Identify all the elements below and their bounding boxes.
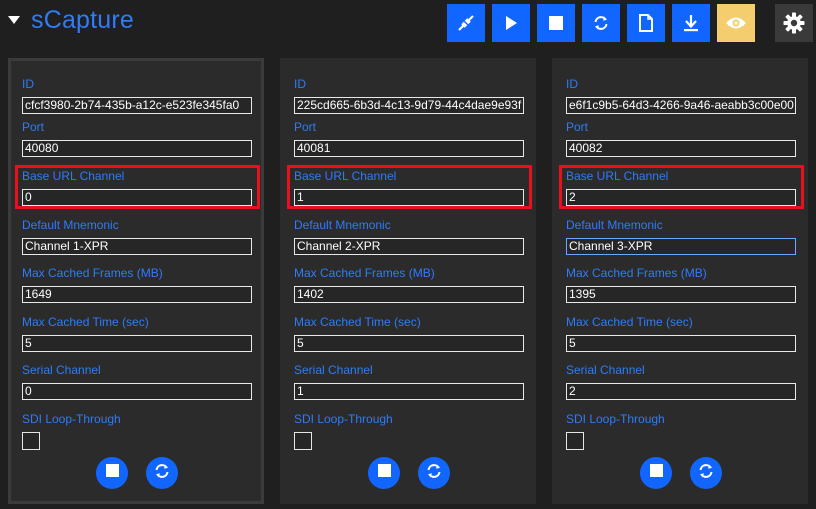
channel-panel-2: ID 225cd665-6b3d-4c13-9d79-44c4dae9e93f …: [280, 58, 536, 504]
refresh-button[interactable]: [582, 4, 620, 42]
base-url-channel-field[interactable]: 2: [566, 189, 796, 206]
port-label: Port: [22, 120, 45, 134]
id-label: ID: [22, 77, 34, 91]
view-toggle-button[interactable]: [717, 4, 755, 42]
max-cached-frames-label: Max Cached Frames (MB): [294, 266, 435, 280]
stop-icon: [549, 16, 563, 30]
channel-stop-button[interactable]: [640, 457, 672, 489]
sdi-loop-through-label: SDI Loop-Through: [22, 412, 121, 426]
sdi-loop-through-checkbox[interactable]: [294, 432, 312, 450]
serial-channel-field[interactable]: 1: [294, 383, 524, 400]
base-url-channel-field[interactable]: 0: [22, 189, 252, 206]
download-icon: [682, 14, 700, 32]
port-field[interactable]: 40082: [566, 140, 796, 157]
id-label: ID: [566, 77, 578, 91]
file-icon: [639, 14, 653, 32]
id-field[interactable]: cfcf3980-2b74-435b-a12c-e523fe345fa0: [22, 97, 252, 114]
max-cached-time-field[interactable]: 5: [566, 335, 796, 352]
max-cached-time-field[interactable]: 5: [22, 335, 252, 352]
connect-icon: [457, 14, 475, 32]
default-mnemonic-label: Default Mnemonic: [566, 218, 663, 232]
default-mnemonic-field[interactable]: Channel 3-XPR: [566, 238, 796, 255]
id-field[interactable]: e6f1c9b5-64d3-4266-9a46-aeabb3c00e00: [566, 97, 796, 114]
max-cached-frames-label: Max Cached Frames (MB): [566, 266, 707, 280]
channel-stop-button[interactable]: [368, 457, 400, 489]
max-cached-frames-field[interactable]: 1402: [294, 286, 524, 303]
default-mnemonic-field[interactable]: Channel 2-XPR: [294, 238, 524, 255]
play-icon: [503, 15, 519, 31]
port-field[interactable]: 40080: [22, 140, 252, 157]
app-title: sCapture: [31, 6, 135, 34]
base-url-channel-label: Base URL Channel: [22, 169, 125, 183]
max-cached-time-label: Max Cached Time (sec): [566, 315, 693, 329]
channel-refresh-button[interactable]: [146, 457, 178, 489]
eye-icon: [725, 15, 747, 31]
stop-icon: [377, 464, 391, 482]
channel-refresh-button[interactable]: [418, 457, 450, 489]
gear-icon: [783, 12, 805, 34]
serial-channel-field[interactable]: 0: [22, 383, 252, 400]
serial-channel-label: Serial Channel: [294, 363, 373, 377]
play-button[interactable]: [492, 4, 530, 42]
port-label: Port: [566, 120, 589, 134]
port-field[interactable]: 40081: [294, 140, 524, 157]
max-cached-time-field[interactable]: 5: [294, 335, 524, 352]
default-mnemonic-field[interactable]: Channel 1-XPR: [22, 238, 252, 255]
serial-channel-field[interactable]: 2: [566, 383, 796, 400]
sdi-loop-through-checkbox[interactable]: [566, 432, 584, 450]
sdi-loop-through-label: SDI Loop-Through: [294, 412, 393, 426]
channel-stop-button[interactable]: [96, 457, 128, 489]
settings-button[interactable]: [775, 4, 813, 42]
stop-icon: [649, 464, 663, 482]
base-url-channel-label: Base URL Channel: [566, 169, 669, 183]
serial-channel-label: Serial Channel: [22, 363, 101, 377]
port-label: Port: [294, 120, 317, 134]
stop-button[interactable]: [537, 4, 575, 42]
serial-channel-label: Serial Channel: [566, 363, 645, 377]
max-cached-frames-field[interactable]: 1649: [22, 286, 252, 303]
channel-panel-3: ID e6f1c9b5-64d3-4266-9a46-aeabb3c00e00 …: [552, 58, 808, 504]
connect-button[interactable]: [447, 4, 485, 42]
collapse-caret-icon[interactable]: [8, 16, 20, 24]
refresh-icon: [153, 462, 171, 485]
download-button[interactable]: [672, 4, 710, 42]
channel-refresh-button[interactable]: [690, 457, 722, 489]
max-cached-time-label: Max Cached Time (sec): [294, 315, 421, 329]
max-cached-time-label: Max Cached Time (sec): [22, 315, 149, 329]
stop-icon: [105, 464, 119, 482]
app-header: sCapture: [0, 0, 816, 48]
sdi-loop-through-checkbox[interactable]: [22, 432, 40, 450]
new-file-button[interactable]: [627, 4, 665, 42]
id-field[interactable]: 225cd665-6b3d-4c13-9d79-44c4dae9e93f: [294, 97, 524, 114]
refresh-icon: [697, 462, 715, 485]
default-mnemonic-label: Default Mnemonic: [294, 218, 391, 232]
max-cached-frames-label: Max Cached Frames (MB): [22, 266, 163, 280]
sdi-loop-through-label: SDI Loop-Through: [566, 412, 665, 426]
id-label: ID: [294, 77, 306, 91]
base-url-channel-label: Base URL Channel: [294, 169, 397, 183]
refresh-icon: [592, 14, 610, 32]
default-mnemonic-label: Default Mnemonic: [22, 218, 119, 232]
max-cached-frames-field[interactable]: 1395: [566, 286, 796, 303]
base-url-channel-field[interactable]: 1: [294, 189, 524, 206]
refresh-icon: [425, 462, 443, 485]
channel-panel-1: ID cfcf3980-2b74-435b-a12c-e523fe345fa0 …: [8, 58, 264, 504]
